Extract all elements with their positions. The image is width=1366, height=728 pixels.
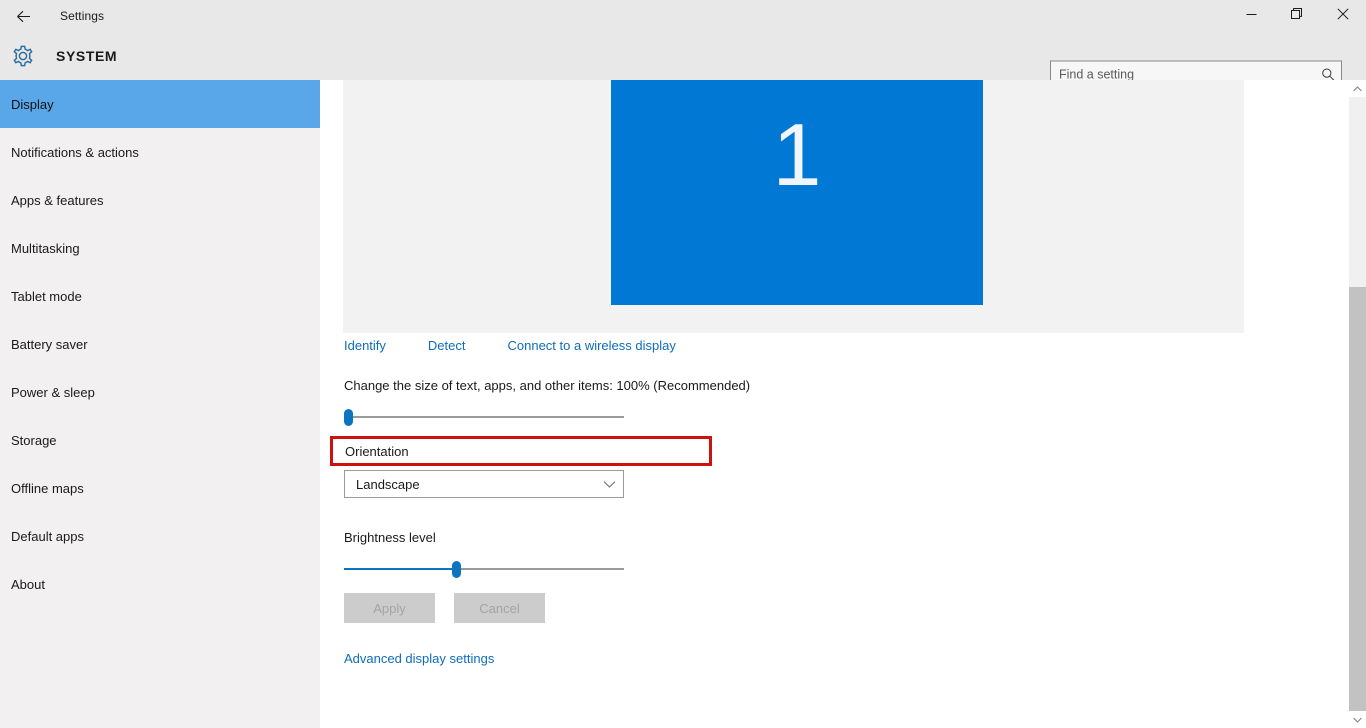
title-bar: Settings [0, 0, 1366, 32]
apply-button[interactable]: Apply [344, 593, 435, 623]
sidebar-item-label: Battery saver [11, 336, 88, 352]
sidebar-item-label: Display [11, 96, 54, 112]
gear-icon [10, 43, 36, 69]
page-header: SYSTEM [0, 32, 1366, 88]
chevron-down-icon[interactable] [595, 471, 623, 497]
sidebar-item-label: Multitasking [11, 240, 80, 256]
sidebar-item-tablet-mode[interactable]: Tablet mode [0, 272, 320, 320]
close-button[interactable] [1320, 0, 1366, 32]
sidebar-item-label: Default apps [11, 528, 84, 544]
scrollbar-track-lower[interactable] [1349, 287, 1366, 711]
monitor-number-label: 1 [772, 104, 822, 204]
sidebar-item-label: Storage [11, 432, 57, 448]
window-title: Settings [60, 9, 105, 23]
sidebar-item-multitasking[interactable]: Multitasking [0, 224, 320, 272]
orientation-highlight-box: Orientation [330, 436, 712, 466]
scale-slider-track[interactable] [344, 416, 624, 418]
header-brand: SYSTEM [10, 32, 117, 80]
sidebar-item-storage[interactable]: Storage [0, 416, 320, 464]
identify-link[interactable]: Identify [344, 338, 386, 353]
sidebar-item-apps-features[interactable]: Apps & features [0, 176, 320, 224]
sidebar-item-label: Power & sleep [11, 384, 95, 400]
sidebar-item-offline-maps[interactable]: Offline maps [0, 464, 320, 512]
display-action-links: Identify Detect Connect to a wireless di… [344, 338, 676, 353]
connect-wireless-display-link[interactable]: Connect to a wireless display [508, 338, 676, 353]
main-content: 1 Identify Detect Connect to a wireless … [320, 80, 1352, 728]
sidebar-item-display[interactable]: Display [0, 80, 320, 128]
sidebar-item-label: Tablet mode [11, 288, 82, 304]
orientation-dropdown[interactable]: Landscape [344, 470, 624, 498]
detect-link[interactable]: Detect [428, 338, 466, 353]
sidebar-item-notifications-actions[interactable]: Notifications & actions [0, 128, 320, 176]
brightness-slider[interactable] [344, 557, 624, 581]
brightness-slider-thumb[interactable] [452, 561, 461, 578]
close-icon [1337, 7, 1349, 25]
sidebar-item-power-sleep[interactable]: Power & sleep [0, 368, 320, 416]
maximize-button[interactable] [1274, 0, 1320, 32]
back-button[interactable] [0, 0, 46, 32]
scale-slider-label: Change the size of text, apps, and other… [344, 378, 751, 393]
search-input[interactable] [1051, 67, 1315, 81]
sidebar-nav: Display Notifications & actions Apps & f… [0, 80, 320, 728]
sidebar-item-label: Apps & features [11, 192, 104, 208]
scale-slider[interactable] [344, 405, 624, 429]
vertical-scrollbar[interactable] [1349, 80, 1366, 728]
scrollbar-track[interactable] [1349, 97, 1366, 711]
advanced-display-settings-link[interactable]: Advanced display settings [344, 651, 494, 666]
sidebar-item-about[interactable]: About [0, 560, 320, 608]
scrollbar-thumb[interactable] [1349, 97, 1366, 287]
orientation-label: Orientation [345, 443, 409, 459]
scroll-up-arrow-icon[interactable] [1349, 80, 1366, 97]
page-title: SYSTEM [56, 48, 118, 64]
sidebar-item-label: Notifications & actions [11, 144, 139, 160]
sidebar-item-label: Offline maps [11, 480, 84, 496]
minimize-button[interactable] [1228, 0, 1274, 32]
sidebar-item-battery-saver[interactable]: Battery saver [0, 320, 320, 368]
orientation-dropdown-value: Landscape [356, 476, 420, 492]
maximize-icon [1291, 7, 1303, 25]
scroll-down-arrow-icon[interactable] [1349, 711, 1366, 728]
window-controls [1228, 0, 1366, 32]
monitor-tile-1[interactable]: 1 [611, 80, 983, 305]
sidebar-item-default-apps[interactable]: Default apps [0, 512, 320, 560]
scale-slider-thumb[interactable] [344, 409, 353, 426]
cancel-button[interactable]: Cancel [454, 593, 545, 623]
minimize-icon [1246, 7, 1257, 25]
display-preview-panel: 1 [343, 80, 1244, 333]
back-arrow-icon [15, 8, 32, 25]
brightness-slider-fill [344, 568, 457, 570]
brightness-slider-label: Brightness level [344, 530, 436, 545]
action-button-row: Apply Cancel [344, 593, 545, 623]
sidebar-item-label: About [11, 576, 45, 592]
